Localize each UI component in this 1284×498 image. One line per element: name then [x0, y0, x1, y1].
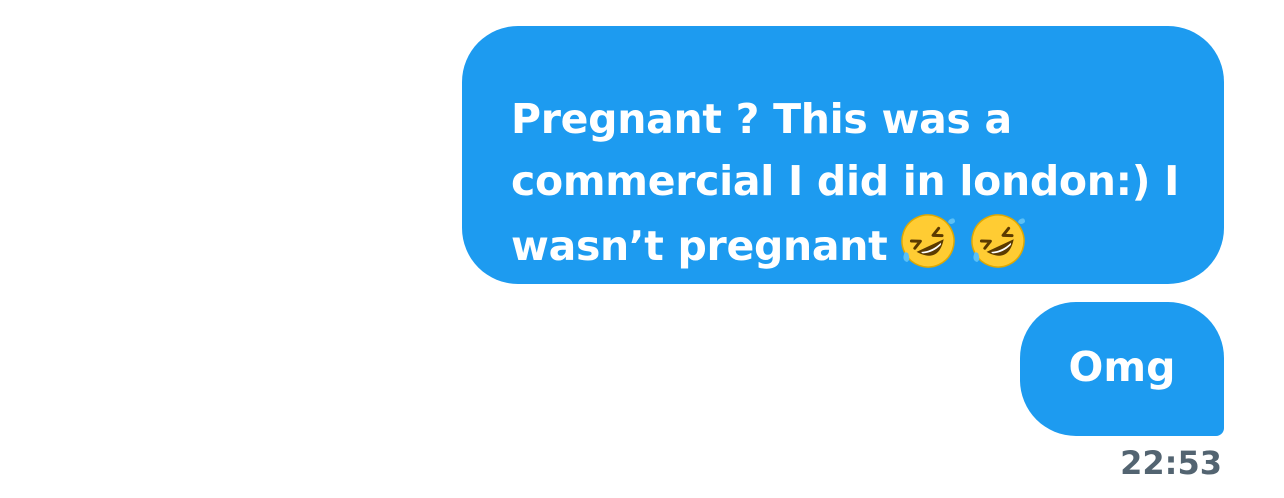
message-text: Omg: [1068, 343, 1176, 391]
rolling-on-floor-laughing-emoji-icon: [899, 212, 957, 270]
message-bubble-sent[interactable]: Omg: [1020, 302, 1224, 436]
message-timestamp: 22:53: [1120, 444, 1222, 482]
rolling-on-floor-laughing-emoji-icon: [969, 212, 1027, 270]
message-bubble-sent[interactable]: Pregnant ? This was a commercial I did i…: [462, 26, 1224, 284]
message-text: Pregnant ? This was a commercial I did i…: [511, 95, 1180, 270]
